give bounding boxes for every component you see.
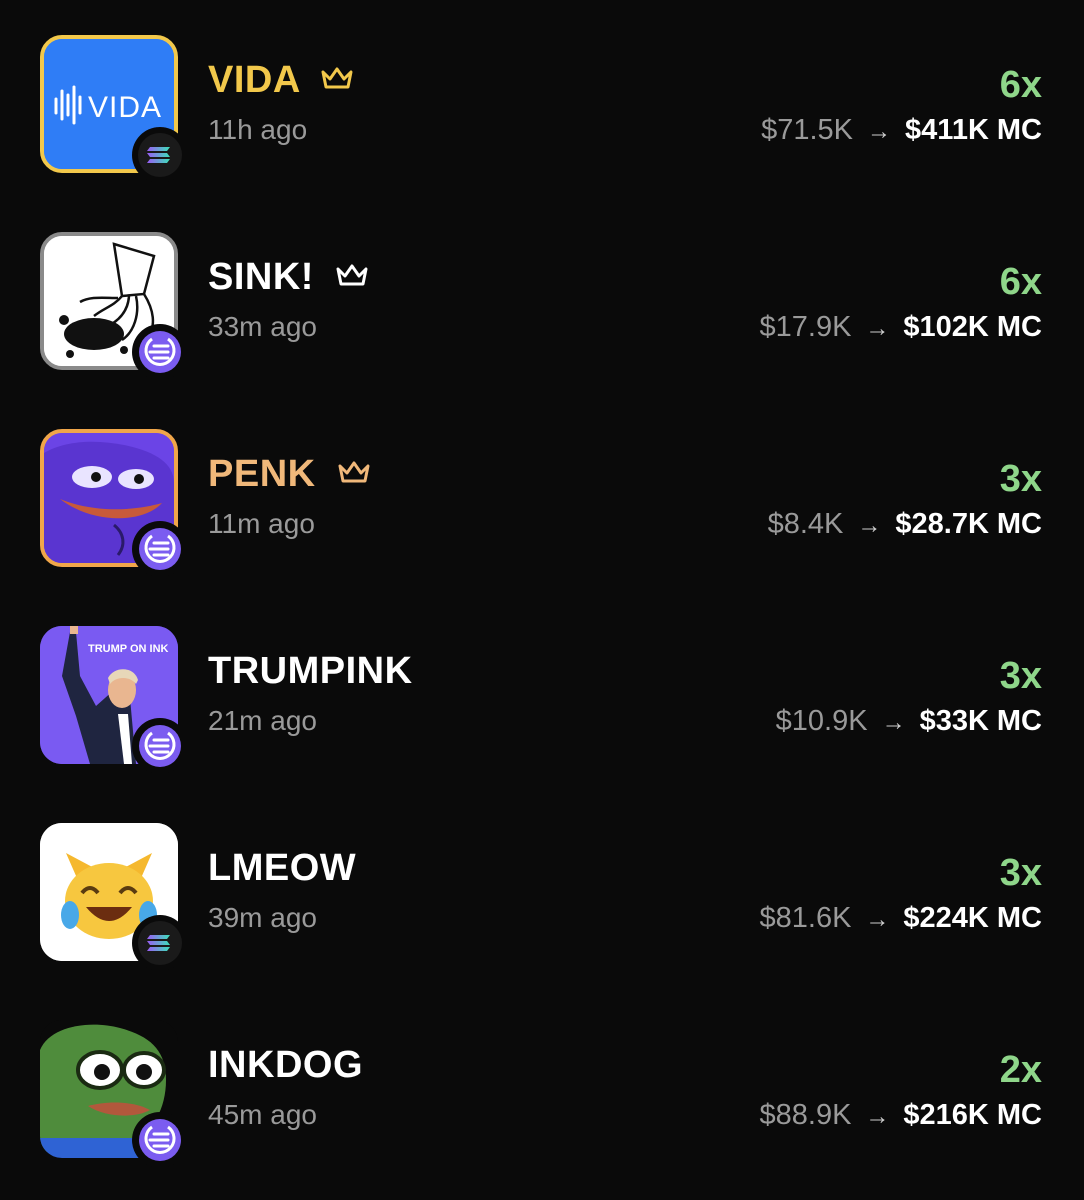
token-avatar: VIDA bbox=[40, 35, 188, 183]
market-cap-change: $17.9K → $102K MC bbox=[760, 310, 1043, 346]
mc-to: $216K bbox=[903, 1099, 989, 1131]
market-cap-change: $88.9K → $216K MC bbox=[760, 1098, 1043, 1134]
token-name: SINK! bbox=[208, 255, 369, 299]
mc-to: $28.7K bbox=[895, 508, 989, 540]
multiplier: 3x bbox=[999, 655, 1042, 697]
token-avatar bbox=[40, 823, 188, 971]
mc-to: $33K bbox=[919, 705, 989, 737]
mc-from: $88.9K bbox=[759, 1099, 852, 1131]
ink-icon bbox=[132, 718, 188, 774]
crown-icon bbox=[336, 264, 368, 286]
token-age: 33m ago bbox=[208, 311, 317, 342]
token-name: LMEOW bbox=[208, 847, 357, 889]
multiplier: 6x bbox=[999, 64, 1042, 106]
mc-unit: MC bbox=[996, 705, 1042, 737]
mc-from: $10.9K bbox=[775, 705, 868, 737]
multiplier: 2x bbox=[999, 1049, 1042, 1091]
mc-unit: MC bbox=[996, 508, 1042, 540]
ink-icon bbox=[132, 1112, 188, 1168]
multiplier: 6x bbox=[999, 261, 1042, 303]
token-avatar bbox=[40, 232, 188, 380]
arrow-right-icon: → bbox=[881, 709, 906, 736]
arrow-right-icon: → bbox=[865, 315, 890, 342]
token-name: INKDOG bbox=[208, 1044, 363, 1086]
token-avatar bbox=[40, 429, 188, 577]
solana-icon bbox=[132, 915, 188, 971]
token-age: 11m ago bbox=[208, 508, 315, 539]
multiplier: 3x bbox=[999, 458, 1042, 500]
mc-to: $411K bbox=[905, 114, 989, 146]
token-age: 21m ago bbox=[208, 705, 317, 736]
market-cap-change: $81.6K → $224K MC bbox=[760, 901, 1043, 937]
arrow-right-icon: → bbox=[865, 906, 890, 933]
mc-to: $102K bbox=[903, 311, 989, 343]
token-row-sink[interactable]: SINK! 33m ago 6x $17.9K → $102K MC bbox=[0, 232, 1084, 380]
ink-icon bbox=[132, 521, 188, 577]
ink-icon bbox=[132, 324, 188, 380]
arrow-right-icon: → bbox=[867, 118, 892, 145]
token-row-vida[interactable]: VIDA VIDA 11h ago 6x $71.5K → $411K MC bbox=[0, 35, 1084, 183]
arrow-right-icon: → bbox=[857, 512, 882, 539]
crown-icon bbox=[338, 461, 370, 483]
mc-to: $224K bbox=[903, 902, 989, 934]
mc-unit: MC bbox=[996, 902, 1042, 934]
market-cap-change: $10.9K → $33K MC bbox=[776, 704, 1042, 740]
token-name: TRUMPINK bbox=[208, 650, 413, 692]
crown-icon bbox=[321, 67, 353, 89]
token-name: VIDA bbox=[208, 58, 354, 102]
token-avatar: TRUMP ON INK bbox=[40, 626, 188, 774]
token-row-trumpink[interactable]: TRUMP ON INK TRUMPINK 21m ago 3x $10.9K … bbox=[0, 626, 1084, 774]
token-age: 45m ago bbox=[208, 1099, 317, 1130]
token-row-inkdog[interactable]: INKDOG 45m ago 2x $88.9K → $216K MC bbox=[0, 1020, 1084, 1168]
mc-unit: MC bbox=[996, 114, 1042, 146]
svg-text:VIDA: VIDA bbox=[88, 91, 162, 124]
mc-from: $71.5K bbox=[761, 114, 854, 146]
mc-from: $81.6K bbox=[759, 902, 852, 934]
arrow-right-icon: → bbox=[865, 1103, 890, 1130]
mc-unit: MC bbox=[996, 311, 1042, 343]
token-row-lmeow[interactable]: LMEOW 39m ago 3x $81.6K → $224K MC bbox=[0, 823, 1084, 971]
mc-unit: MC bbox=[996, 1099, 1042, 1131]
token-row-penk[interactable]: PENK 11m ago 3x $8.4K → $28.7K MC bbox=[0, 429, 1084, 577]
multiplier: 3x bbox=[999, 852, 1042, 894]
market-cap-change: $8.4K → $28.7K MC bbox=[768, 507, 1042, 543]
token-name: PENK bbox=[208, 452, 371, 496]
svg-text:TRUMP ON INK: TRUMP ON INK bbox=[88, 643, 169, 655]
token-age: 39m ago bbox=[208, 902, 317, 933]
token-age: 11h ago bbox=[208, 114, 308, 145]
solana-icon bbox=[132, 127, 188, 183]
mc-from: $8.4K bbox=[767, 508, 844, 540]
market-cap-change: $71.5K → $411K MC bbox=[761, 113, 1042, 149]
token-avatar bbox=[40, 1020, 188, 1168]
token-list: VIDA VIDA 11h ago 6x $71.5K → $411K MC S… bbox=[0, 0, 1084, 1200]
mc-from: $17.9K bbox=[759, 311, 852, 343]
